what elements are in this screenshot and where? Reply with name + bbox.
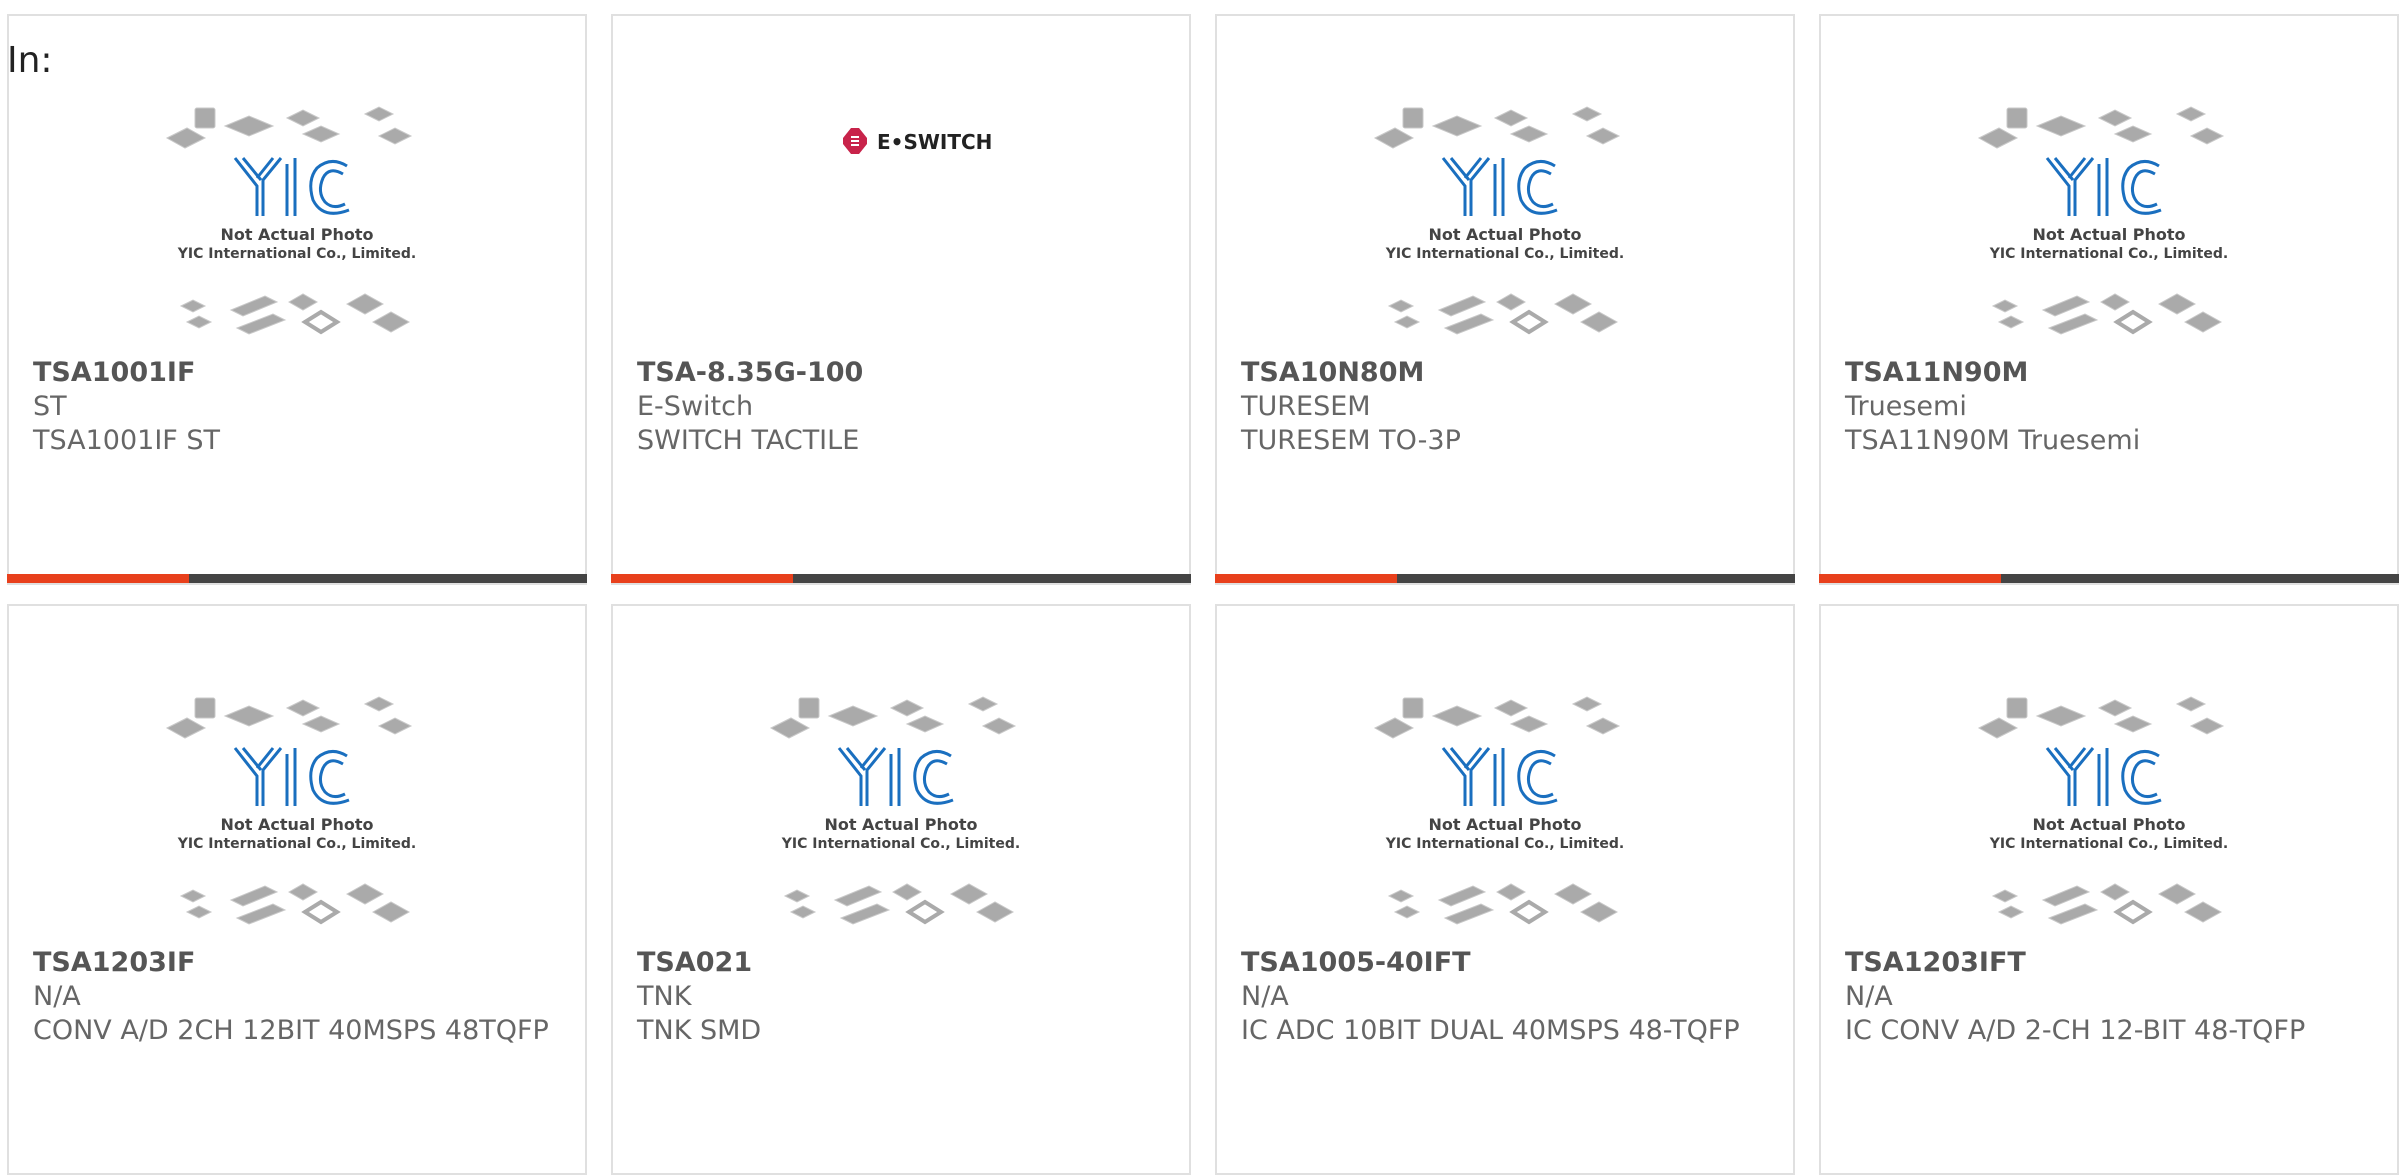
part-number[interactable]: TSA11N90M	[1845, 356, 2367, 390]
description: IC ADC 10BIT DUAL 40MSPS 48-TQFP	[1241, 1015, 1740, 1046]
placeholder-caption-1: Not Actual Photo	[1428, 225, 1581, 244]
product-image-placeholder[interactable]: Not Actual Photo YIC International Co., …	[1821, 686, 2397, 956]
card-accent-bar	[1819, 574, 2001, 583]
part-number[interactable]: TSA1001IF	[33, 356, 555, 390]
not-actual-photo-placeholder: Not Actual Photo YIC International Co., …	[1373, 106, 1624, 335]
not-actual-photo-placeholder: Not Actual Photo YIC International Co., …	[769, 696, 1020, 925]
product-info: TSA1203IF N/A CONV A/D 2CH 12BIT 40MSPS …	[33, 946, 555, 1048]
product-card[interactable]: Not Actual Photo YIC International Co., …	[1215, 604, 1795, 1175]
placeholder-caption-1: Not Actual Photo	[1428, 815, 1581, 834]
placeholder-caption-1: Not Actual Photo	[2032, 225, 2185, 244]
not-actual-photo-placeholder: Not Actual Photo YIC International Co., …	[1373, 696, 1624, 925]
placeholder-caption-2: YIC International Co., Limited.	[177, 246, 416, 262]
description: SWITCH TACTILE	[637, 425, 860, 456]
description: TSA1001IF ST	[33, 425, 221, 456]
product-info: TSA1203IFT N/A IC CONV A/D 2-CH 12-BIT 4…	[1845, 946, 2367, 1048]
manufacturer: N/A	[1241, 981, 1289, 1012]
placeholder-caption-2: YIC International Co., Limited.	[1989, 836, 2228, 852]
part-number[interactable]: TSA-8.35G-100	[637, 356, 1159, 390]
part-number[interactable]: TSA1203IF	[33, 946, 555, 980]
part-number[interactable]: TSA021	[637, 946, 1159, 980]
part-number[interactable]: TSA1203IFT	[1845, 946, 2367, 980]
placeholder-caption-1: Not Actual Photo	[220, 815, 373, 834]
product-info: TSA1001IF ST TSA1001IF ST	[33, 356, 555, 458]
card-bottom-bar	[1819, 574, 2399, 583]
manufacturer: ST	[33, 391, 67, 422]
placeholder-caption-1: Not Actual Photo	[220, 225, 373, 244]
product-card[interactable]: Not Actual Photo YIC International Co., …	[611, 604, 1191, 1175]
description: TSA11N90M Truesemi	[1845, 425, 2141, 456]
card-accent-bar	[7, 574, 189, 583]
description: TURESEM TO-3P	[1241, 425, 1461, 456]
product-image-placeholder[interactable]: Not Actual Photo YIC International Co., …	[1821, 96, 2397, 366]
not-actual-photo-placeholder: Not Actual Photo YIC International Co., …	[165, 106, 416, 335]
placeholder-caption-2: YIC International Co., Limited.	[1385, 836, 1624, 852]
placeholder-caption-2: YIC International Co., Limited.	[1385, 246, 1624, 262]
not-actual-photo-placeholder: Not Actual Photo YIC International Co., …	[1977, 696, 2228, 925]
description: TNK SMD	[637, 1015, 762, 1046]
not-actual-photo-placeholder: Not Actual Photo YIC International Co., …	[1977, 106, 2228, 335]
product-card[interactable]: Not Actual Photo YIC International Co., …	[7, 14, 587, 585]
manufacturer: TNK	[637, 981, 692, 1012]
placeholder-caption-1: Not Actual Photo	[2032, 815, 2185, 834]
product-image-placeholder[interactable]: Not Actual Photo YIC International Co., …	[9, 96, 585, 366]
product-card[interactable]: Not Actual Photo YIC International Co., …	[7, 604, 587, 1175]
part-number[interactable]: TSA1005-40IFT	[1241, 946, 1763, 980]
card-bottom-bar	[1215, 574, 1795, 583]
product-info: TSA021 TNK TNK SMD	[637, 946, 1159, 1048]
product-card[interactable]: Not Actual Photo YIC International Co., …	[1215, 14, 1795, 585]
product-image-eswitch[interactable]: E•SWITCH	[613, 96, 1189, 366]
product-card[interactable]: Not Actual Photo YIC International Co., …	[1819, 604, 2399, 1175]
not-actual-photo-placeholder: Not Actual Photo YIC International Co., …	[165, 696, 416, 925]
e-switch-logo-text: E•SWITCH	[877, 130, 992, 154]
product-image-placeholder[interactable]: Not Actual Photo YIC International Co., …	[1217, 686, 1793, 956]
manufacturer: Truesemi	[1845, 391, 1967, 422]
description: CONV A/D 2CH 12BIT 40MSPS 48TQFP	[33, 1015, 549, 1046]
product-info: TSA11N90M Truesemi TSA11N90M Truesemi	[1845, 356, 2367, 458]
filter-label: In:	[7, 40, 53, 81]
description: IC CONV A/D 2-CH 12-BIT 48-TQFP	[1845, 1015, 2306, 1046]
manufacturer: TURESEM	[1241, 391, 1371, 422]
placeholder-caption-2: YIC International Co., Limited.	[781, 836, 1020, 852]
manufacturer: N/A	[1845, 981, 1893, 1012]
part-number[interactable]: TSA10N80M	[1241, 356, 1763, 390]
placeholder-caption-2: YIC International Co., Limited.	[1989, 246, 2228, 262]
card-bottom-bar	[611, 574, 1191, 583]
placeholder-caption-1: Not Actual Photo	[824, 815, 977, 834]
card-accent-bar	[1215, 574, 1397, 583]
product-image-placeholder[interactable]: Not Actual Photo YIC International Co., …	[613, 686, 1189, 956]
product-info: TSA-8.35G-100 E-Switch SWITCH TACTILE	[637, 356, 1159, 458]
product-card[interactable]: Not Actual Photo YIC International Co., …	[1819, 14, 2399, 585]
placeholder-caption-2: YIC International Co., Limited.	[177, 836, 416, 852]
card-accent-bar	[611, 574, 793, 583]
product-card[interactable]: E•SWITCH TSA-8.35G-100 E-Switch SWITCH T…	[611, 14, 1191, 585]
product-info: TSA10N80M TURESEM TURESEM TO-3P	[1241, 356, 1763, 458]
product-image-placeholder[interactable]: Not Actual Photo YIC International Co., …	[9, 686, 585, 956]
product-grid: Not Actual Photo YIC International Co., …	[7, 14, 2399, 1175]
manufacturer: E-Switch	[637, 391, 754, 422]
card-bottom-bar	[7, 574, 587, 583]
product-info: TSA1005-40IFT N/A IC ADC 10BIT DUAL 40MS…	[1241, 946, 1763, 1048]
product-image-placeholder[interactable]: Not Actual Photo YIC International Co., …	[1217, 96, 1793, 366]
manufacturer: N/A	[33, 981, 81, 1012]
e-switch-logo: E•SWITCH	[843, 128, 992, 154]
